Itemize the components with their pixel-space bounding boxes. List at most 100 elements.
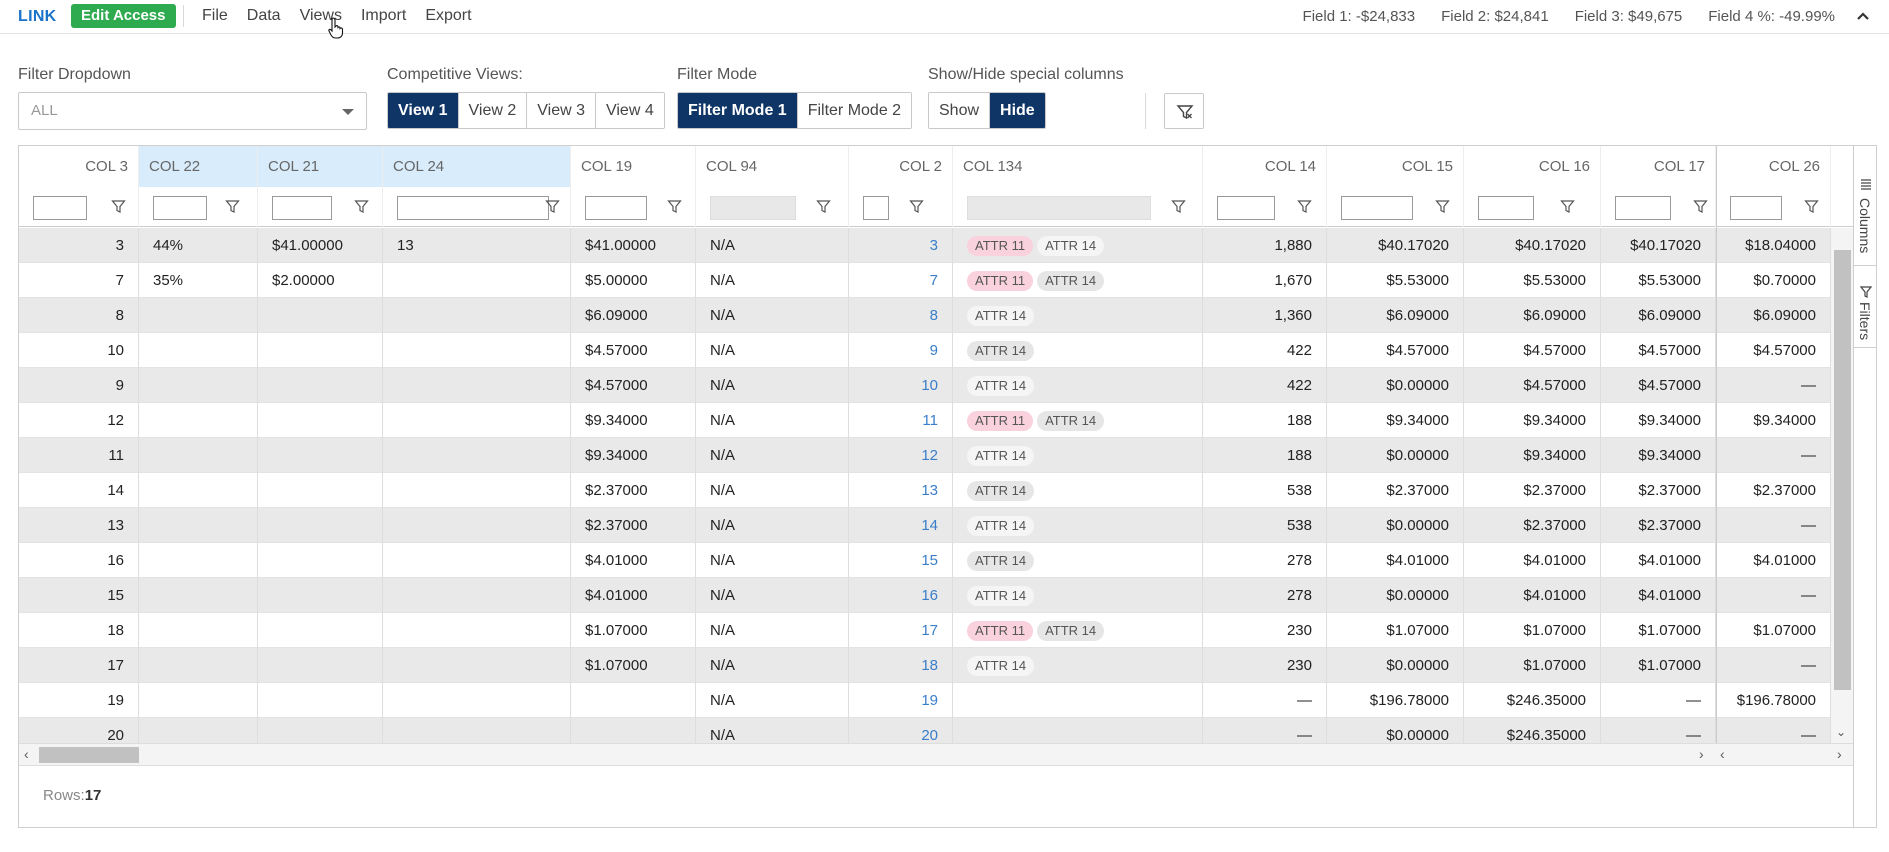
edit-access-button[interactable]: Edit Access xyxy=(71,4,176,28)
column-filter-input[interactable] xyxy=(272,196,332,220)
table-cell[interactable]: 9 xyxy=(849,333,953,368)
filter-dropdown[interactable]: ALL xyxy=(18,92,367,130)
filter-icon[interactable] xyxy=(1435,199,1450,214)
column-filter-input[interactable] xyxy=(1341,196,1413,220)
column-filter-input[interactable] xyxy=(1615,196,1671,220)
column-header[interactable]: COL 22 xyxy=(139,146,258,187)
table-row[interactable]: 7 35% $2.00000 $5.00000 N/A 7 ATTR 11 ATTR 14 1,… xyxy=(19,263,1831,298)
column-filter-input[interactable] xyxy=(397,196,549,220)
menu-file[interactable]: File xyxy=(202,7,228,25)
column-header[interactable]: COL 14 xyxy=(1203,146,1327,187)
filter-icon[interactable] xyxy=(1297,199,1312,214)
filter-icon[interactable] xyxy=(354,199,369,214)
filter-icon[interactable] xyxy=(1804,199,1819,214)
table-cell[interactable]: 12 xyxy=(849,438,953,473)
filter-icon[interactable] xyxy=(1171,199,1186,214)
column-header[interactable]: COL 19 xyxy=(571,146,696,187)
table-row[interactable]: 15 $4.01000 N/A 16 ATTR 14 278 $0.00000 $4.0100… xyxy=(19,578,1831,613)
column-header[interactable]: COL 15 xyxy=(1327,146,1464,187)
menu-import[interactable]: Import xyxy=(361,7,406,25)
table-cell: $2.37000 xyxy=(571,473,696,508)
column-header[interactable]: COL 21 xyxy=(258,146,383,187)
table-cell[interactable]: 14 xyxy=(849,508,953,543)
filter-icon[interactable] xyxy=(909,199,924,214)
table-row[interactable]: 20 N/A 20— $0.00000 $246.35000— — xyxy=(19,718,1831,743)
filter-icon[interactable] xyxy=(111,199,126,214)
table-cell: 17 xyxy=(19,648,139,683)
table-row[interactable]: 9 $4.57000 N/A 10 ATTR 14 422 $0.00000 $4.57000… xyxy=(19,368,1831,403)
filter-icon[interactable] xyxy=(225,199,240,214)
table-row[interactable]: 13 $2.37000 N/A 14 ATTR 14 538 $0.00000 $2.3700… xyxy=(19,508,1831,543)
table-row[interactable]: 3 44% $41.00000 13 $41.00000 N/A 3 ATTR 11 ATTR … xyxy=(19,228,1831,263)
horizontal-scrollbar[interactable]: ‹ › ‹ › xyxy=(19,743,1853,765)
column-header[interactable]: COL 3 xyxy=(19,146,139,187)
hide-button[interactable]: Hide xyxy=(989,93,1045,128)
view-1-button[interactable]: View 1 xyxy=(388,93,458,128)
table-cell[interactable]: 3 xyxy=(849,228,953,263)
filter-mode-2-button[interactable]: Filter Mode 2 xyxy=(796,93,912,128)
view-3-button[interactable]: View 3 xyxy=(526,93,595,128)
show-button[interactable]: Show xyxy=(929,93,990,128)
tab-filters[interactable]: Filters xyxy=(1854,266,1876,348)
scroll-down-icon[interactable]: ⌄ xyxy=(1836,725,1846,739)
horizontal-scroll-thumb[interactable] xyxy=(39,747,139,763)
vertical-scroll-thumb[interactable] xyxy=(1834,250,1851,690)
table-cell[interactable]: 15 xyxy=(849,543,953,578)
table-cell[interactable]: 18 xyxy=(849,648,953,683)
view-2-button[interactable]: View 2 xyxy=(457,93,527,128)
table-row[interactable]: 16 $4.01000 N/A 15 ATTR 14 278 $4.01000 $4.0100… xyxy=(19,543,1831,578)
table-cell[interactable]: 17 xyxy=(849,613,953,648)
vertical-scrollbar[interactable]: ⌄ xyxy=(1831,228,1853,743)
column-filter-input[interactable] xyxy=(1217,196,1275,220)
view-4-button[interactable]: View 4 xyxy=(594,93,664,128)
table-cell[interactable]: 16 xyxy=(849,578,953,613)
column-header[interactable]: COL 17 xyxy=(1601,146,1716,187)
column-header[interactable]: COL 24 xyxy=(383,146,571,187)
column-header[interactable]: COL 16 xyxy=(1464,146,1601,187)
filter-icon[interactable] xyxy=(1560,199,1575,214)
menu-export[interactable]: Export xyxy=(425,7,471,25)
table-cell[interactable]: 11 xyxy=(849,403,953,438)
pinned-scroll-right-icon[interactable]: › xyxy=(1837,746,1842,762)
table-cell xyxy=(383,648,571,683)
table-cell[interactable]: 8 xyxy=(849,298,953,333)
column-filter-input[interactable] xyxy=(863,196,889,220)
table-row[interactable]: 18 $1.07000 N/A 17 ATTR 11 ATTR 14 230 $1.07000… xyxy=(19,613,1831,648)
column-filter-input[interactable] xyxy=(33,196,87,220)
attribute-badge: ATTR 14 xyxy=(1037,236,1105,257)
table-cell[interactable]: 19 xyxy=(849,683,953,718)
menu-data[interactable]: Data xyxy=(247,7,281,25)
column-filter-input[interactable] xyxy=(1730,196,1782,220)
brand-link[interactable]: LINK xyxy=(18,8,57,26)
column-header[interactable]: COL 134 xyxy=(953,146,1203,187)
chevron-up-icon[interactable] xyxy=(1853,6,1873,26)
table-row[interactable]: 10 $4.57000 N/A 9 ATTR 14 422 $4.57000 $4.57000… xyxy=(19,333,1831,368)
table-cell[interactable]: 7 xyxy=(849,263,953,298)
table-row[interactable]: 12 $9.34000 N/A 11 ATTR 11 ATTR 14 188 $9.34000… xyxy=(19,403,1831,438)
column-header[interactable]: COL 26 xyxy=(1716,146,1831,187)
table-cell: $0.00000 xyxy=(1327,508,1464,543)
filter-icon[interactable] xyxy=(1693,199,1708,214)
filter-icon[interactable] xyxy=(667,199,682,214)
table-cell[interactable]: 10 xyxy=(849,368,953,403)
table-cell[interactable]: 13 xyxy=(849,473,953,508)
filter-mode-1-button[interactable]: Filter Mode 1 xyxy=(678,93,797,128)
pinned-scroll-left-icon[interactable]: ‹ xyxy=(1720,746,1725,762)
column-filter-input[interactable] xyxy=(153,196,207,220)
column-header[interactable]: COL 94 xyxy=(696,146,849,187)
table-row[interactable]: 8 $6.09000 N/A 8 ATTR 14 1,360 $6.09000 $6.0900… xyxy=(19,298,1831,333)
table-row[interactable]: 17 $1.07000 N/A 18 ATTR 14 230 $0.00000 $1.0700… xyxy=(19,648,1831,683)
table-row[interactable]: 11 $9.34000 N/A 12 ATTR 14 188 $0.00000 $9.3400… xyxy=(19,438,1831,473)
scroll-right-icon[interactable]: › xyxy=(1699,746,1704,762)
table-cell[interactable]: 20 xyxy=(849,718,953,743)
table-row[interactable]: 19 N/A 19— $196.78000 $246.35000— $196.78000 xyxy=(19,683,1831,718)
column-header[interactable]: COL 2 xyxy=(849,146,953,187)
column-filter-input[interactable] xyxy=(585,196,647,220)
table-row[interactable]: 14 $2.37000 N/A 13 ATTR 14 538 $2.37000 $2.3700… xyxy=(19,473,1831,508)
column-filter-input[interactable] xyxy=(1478,196,1534,220)
scroll-left-icon[interactable]: ‹ xyxy=(24,746,29,762)
tab-columns[interactable]: Columns xyxy=(1854,146,1876,266)
filter-icon[interactable] xyxy=(816,199,831,214)
clear-filters-button[interactable] xyxy=(1164,93,1204,129)
filter-icon[interactable] xyxy=(545,199,560,214)
